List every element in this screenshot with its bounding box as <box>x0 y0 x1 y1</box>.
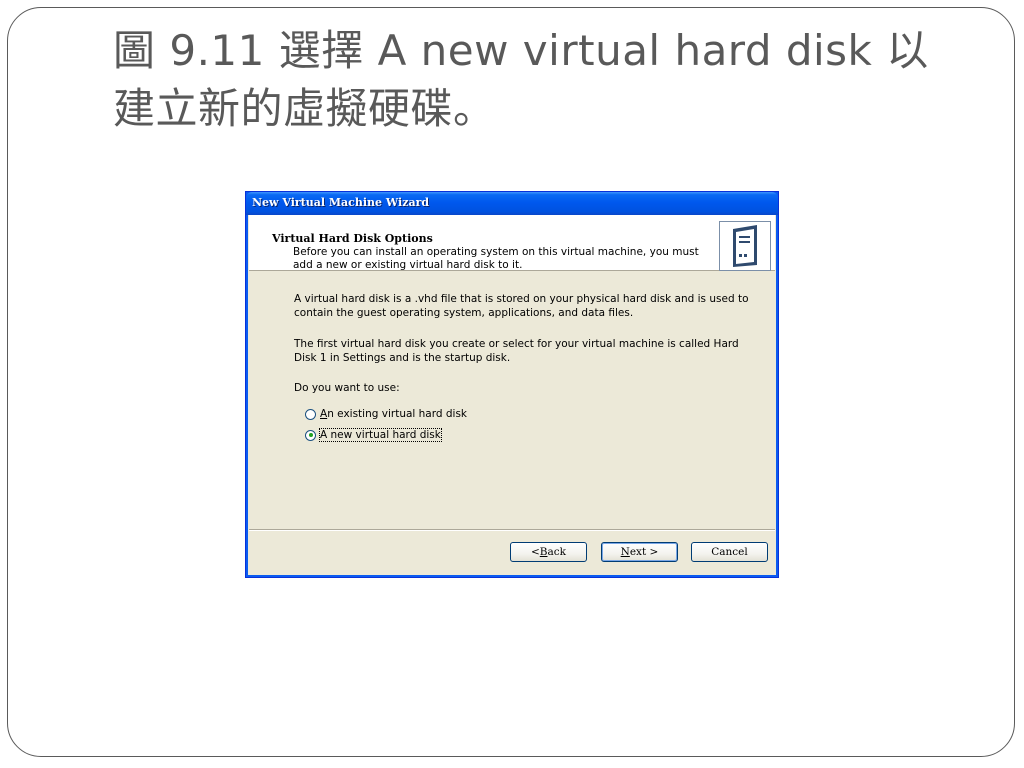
wizard-dialog: New Virtual Machine Wizard Virtual Hard … <box>245 191 779 578</box>
back-prefix: < <box>530 546 540 558</box>
slide-title: 圖 9.11 選擇 A new virtual hard disk 以 建立新的… <box>113 22 973 138</box>
back-label: ack <box>547 546 567 558</box>
cancel-button[interactable]: Cancel <box>691 542 768 562</box>
radio-button-selected[interactable] <box>305 429 316 441</box>
body-paragraph-vhd: A virtual hard disk is a .vhd file that … <box>294 293 749 319</box>
next-mnemonic: N <box>620 546 630 558</box>
dialog-title: New Virtual Machine Wizard <box>252 196 430 209</box>
hard-disk-icon <box>719 221 771 271</box>
radio-label-new: A new virtual hard disk <box>319 428 442 442</box>
back-button[interactable]: < Back <box>510 542 587 562</box>
dialog-titlebar[interactable]: New Virtual Machine Wizard <box>246 192 778 215</box>
back-mnemonic: B <box>539 546 548 558</box>
wizard-header-title: Virtual Hard Disk Options <box>272 232 433 245</box>
body-question: Do you want to use: <box>294 382 400 394</box>
slide-title-line2: 建立新的虛擬硬碟。 <box>113 84 496 133</box>
button-separator <box>249 529 775 531</box>
wizard-header-description: Before you can install an operating syst… <box>293 246 699 271</box>
radio-label-text: n existing virtual hard disk <box>327 408 468 420</box>
slide-title-line1: 圖 9.11 選擇 A new virtual hard disk 以 <box>113 26 929 75</box>
radio-label-text: A new virtual hard disk <box>320 429 441 441</box>
next-button[interactable]: Next > <box>601 542 678 562</box>
radio-new-disk[interactable]: A new virtual hard disk <box>305 427 442 443</box>
radio-button[interactable] <box>305 408 316 420</box>
body-paragraph-startup: The first virtual hard disk you create o… <box>294 338 739 364</box>
radio-existing-disk[interactable]: An existing virtual hard disk <box>305 406 467 422</box>
next-label: ext > <box>629 546 659 558</box>
radio-label-existing: An existing virtual hard disk <box>320 408 467 420</box>
